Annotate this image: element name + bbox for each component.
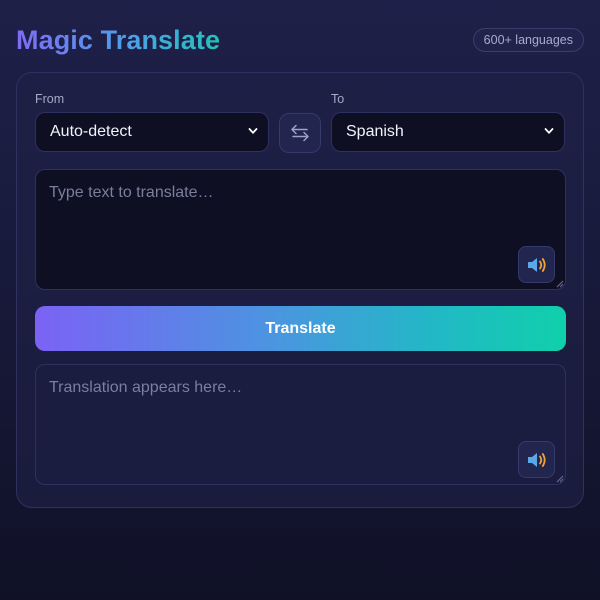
from-label: From: [35, 92, 65, 106]
chevron-down-icon: [544, 128, 554, 134]
from-language-value: Auto-detect: [50, 123, 132, 140]
translate-button[interactable]: Translate: [35, 306, 566, 351]
from-language-select[interactable]: Auto-detect: [35, 112, 269, 152]
source-placeholder: Type text to translate…: [49, 184, 214, 201]
chevron-down-icon: [248, 128, 258, 134]
swap-languages-button[interactable]: [279, 113, 321, 153]
resize-grip-icon[interactable]: [556, 475, 564, 483]
output-placeholder: Translation appears here…: [49, 379, 243, 396]
resize-grip-icon[interactable]: [556, 280, 564, 288]
translate-card: From To Auto-detect Spanish Type text to…: [16, 72, 584, 508]
languages-badge: 600+ languages: [472, 28, 584, 52]
speak-translation-button[interactable]: [518, 441, 555, 478]
speaker-icon: [527, 257, 546, 272]
to-language-select[interactable]: Spanish: [331, 112, 565, 152]
swap-arrows-icon: [291, 124, 309, 142]
speak-source-button[interactable]: [518, 246, 555, 283]
translation-output[interactable]: Translation appears here…: [35, 364, 566, 485]
app-title: Magic Translate: [16, 24, 221, 55]
to-label: To: [331, 92, 345, 106]
speaker-icon: [527, 452, 546, 467]
to-language-value: Spanish: [346, 123, 404, 140]
header: Magic Translate 600+ languages: [16, 22, 584, 58]
source-text-input[interactable]: Type text to translate…: [35, 169, 566, 290]
